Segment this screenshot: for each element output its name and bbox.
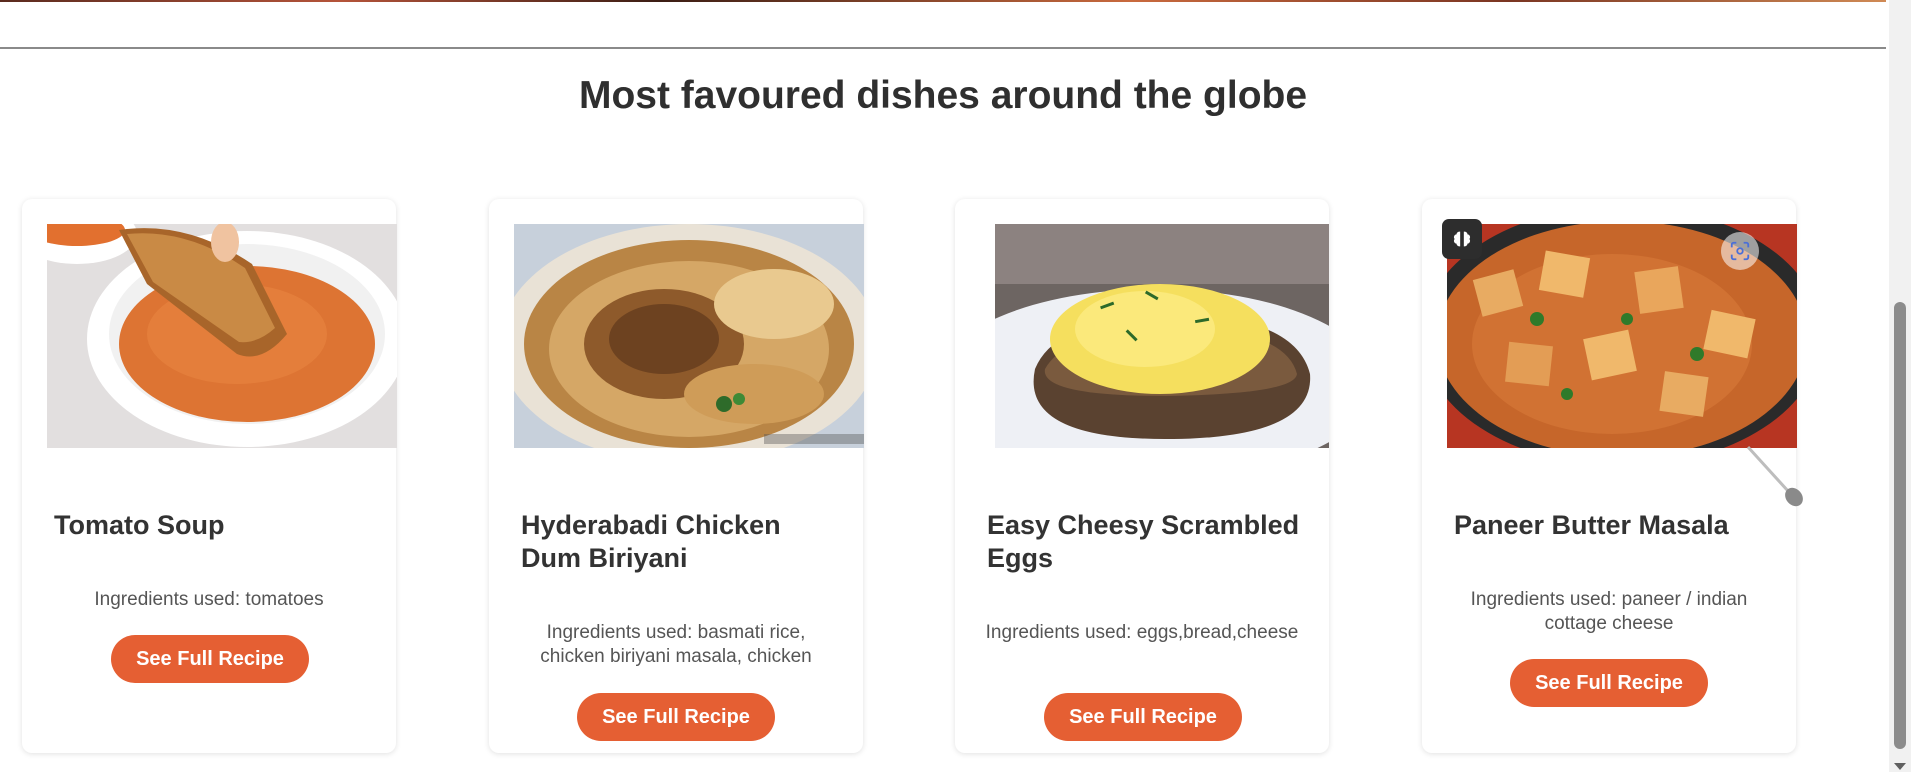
- spoon-graphic: [1746, 445, 1803, 507]
- see-full-recipe-button[interactable]: See Full Recipe: [1044, 693, 1242, 741]
- biriyani-photo: [514, 224, 864, 448]
- tomato-soup-photo: [47, 224, 397, 448]
- recipe-ingredients: Ingredients used: basmati rice, chicken …: [540, 622, 812, 667]
- recipe-ingredients: Ingredients used: tomatoes: [94, 589, 324, 610]
- ai-brain-icon[interactable]: [1442, 219, 1482, 259]
- recipe-card-scrambled-eggs: Easy Cheesy Scrambled Eggs Ingredients u…: [955, 199, 1329, 753]
- recipe-ingredients: Ingredients used: eggs,bread,cheese: [985, 622, 1299, 643]
- recipe-title: Paneer Butter Masala: [1454, 510, 1729, 540]
- scrollbar-thumb[interactable]: [1894, 302, 1906, 749]
- recipe-card-tomato-soup: Tomato Soup Ingredients used: tomatoes S…: [22, 199, 397, 753]
- scrambled-eggs-photo: [995, 224, 1329, 448]
- see-full-recipe-button[interactable]: See Full Recipe: [1510, 659, 1708, 707]
- recipe-card-paneer-butter-masala: Paneer Butter Masala Ingredients used: p…: [1422, 199, 1803, 753]
- section-divider: [0, 47, 1886, 49]
- see-full-recipe-button[interactable]: See Full Recipe: [111, 635, 309, 683]
- recipe-image[interactable]: [47, 224, 397, 448]
- scroll-down-arrow-icon[interactable]: [1894, 763, 1906, 770]
- visual-search-icon[interactable]: [1721, 232, 1759, 270]
- recipe-image[interactable]: [995, 224, 1329, 448]
- recipe-image[interactable]: [514, 224, 864, 448]
- recipe-title: Hyderabadi Chicken Dum Biriyani: [521, 510, 781, 573]
- recipe-card-biriyani: Hyderabadi Chicken Dum Biriyani Ingredie…: [489, 199, 864, 753]
- see-full-recipe-button[interactable]: See Full Recipe: [577, 693, 775, 741]
- hero-image-bottom-edge: [0, 0, 1886, 2]
- recipe-title: Easy Cheesy Scrambled Eggs: [987, 510, 1300, 573]
- page-title: Most favoured dishes around the globe: [578, 74, 1308, 117]
- recipe-ingredients: Ingredients used: paneer / indian cottag…: [1470, 589, 1748, 634]
- recipe-title: Tomato Soup: [54, 510, 225, 540]
- vertical-scrollbar[interactable]: [1889, 0, 1911, 772]
